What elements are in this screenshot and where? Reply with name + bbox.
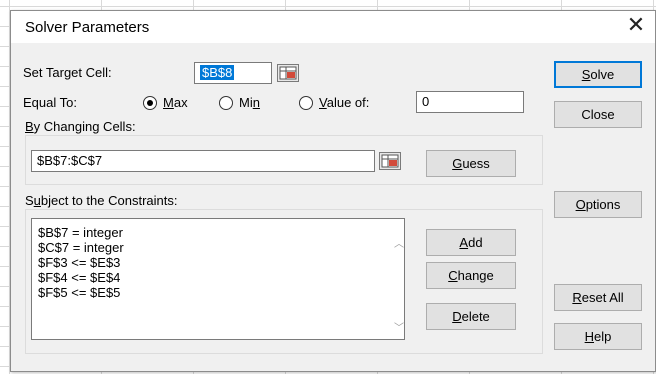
- target-cell-label: Set Target Cell:: [23, 65, 112, 80]
- guess-button[interactable]: Guess: [426, 150, 516, 177]
- up-arrow-icon[interactable]: ︿: [394, 235, 404, 250]
- title-bar: Solver Parameters ✕: [11, 11, 655, 43]
- list-item[interactable]: $C$7 = integer: [38, 240, 124, 255]
- list-item[interactable]: $F$5 <= $E$5: [38, 285, 120, 300]
- value-of-radio[interactable]: [299, 96, 313, 110]
- solver-parameters-dialog: Solver Parameters ✕ Set Target Cell: $B$…: [10, 10, 656, 372]
- target-cell-value: $B$8: [200, 65, 235, 80]
- range-picker-icon[interactable]: [379, 152, 401, 170]
- list-item[interactable]: $B$7 = integer: [38, 225, 123, 240]
- target-cell-input[interactable]: $B$8: [194, 62, 272, 84]
- add-button[interactable]: Add: [426, 229, 516, 256]
- list-item[interactable]: $F$3 <= $E$3: [38, 255, 120, 270]
- constraints-label: Subject to the Constraints:: [25, 193, 178, 208]
- max-label: Max: [163, 95, 188, 110]
- min-radio[interactable]: [219, 96, 233, 110]
- delete-button[interactable]: Delete: [426, 303, 516, 330]
- help-button[interactable]: Help: [554, 323, 642, 350]
- reset-all-button[interactable]: Reset All: [554, 284, 642, 311]
- range-picker-icon[interactable]: [277, 64, 299, 82]
- solve-button[interactable]: Solve: [554, 61, 642, 88]
- close-button[interactable]: Close: [554, 101, 642, 128]
- constraints-list[interactable]: $B$7 = integer $C$7 = integer $F$3 <= $E…: [31, 218, 405, 340]
- close-icon[interactable]: ✕: [623, 13, 649, 39]
- options-button[interactable]: Options: [554, 191, 642, 218]
- max-radio[interactable]: [143, 96, 157, 110]
- change-button[interactable]: Change: [426, 262, 516, 289]
- down-arrow-icon[interactable]: ﹀: [394, 319, 404, 334]
- min-label: Min: [239, 95, 260, 110]
- equal-to-label: Equal To:: [23, 95, 77, 110]
- dialog-title: Solver Parameters: [25, 19, 150, 36]
- value-of-input[interactable]: 0: [416, 91, 524, 113]
- changing-cells-value: $B$7:$C$7: [37, 153, 103, 168]
- changing-cells-input[interactable]: $B$7:$C$7: [31, 150, 375, 172]
- value-of-value: 0: [422, 94, 430, 109]
- changing-cells-label: By Changing Cells:: [25, 119, 136, 134]
- value-of-label: Value of:: [319, 95, 370, 110]
- list-item[interactable]: $F$4 <= $E$4: [38, 270, 120, 285]
